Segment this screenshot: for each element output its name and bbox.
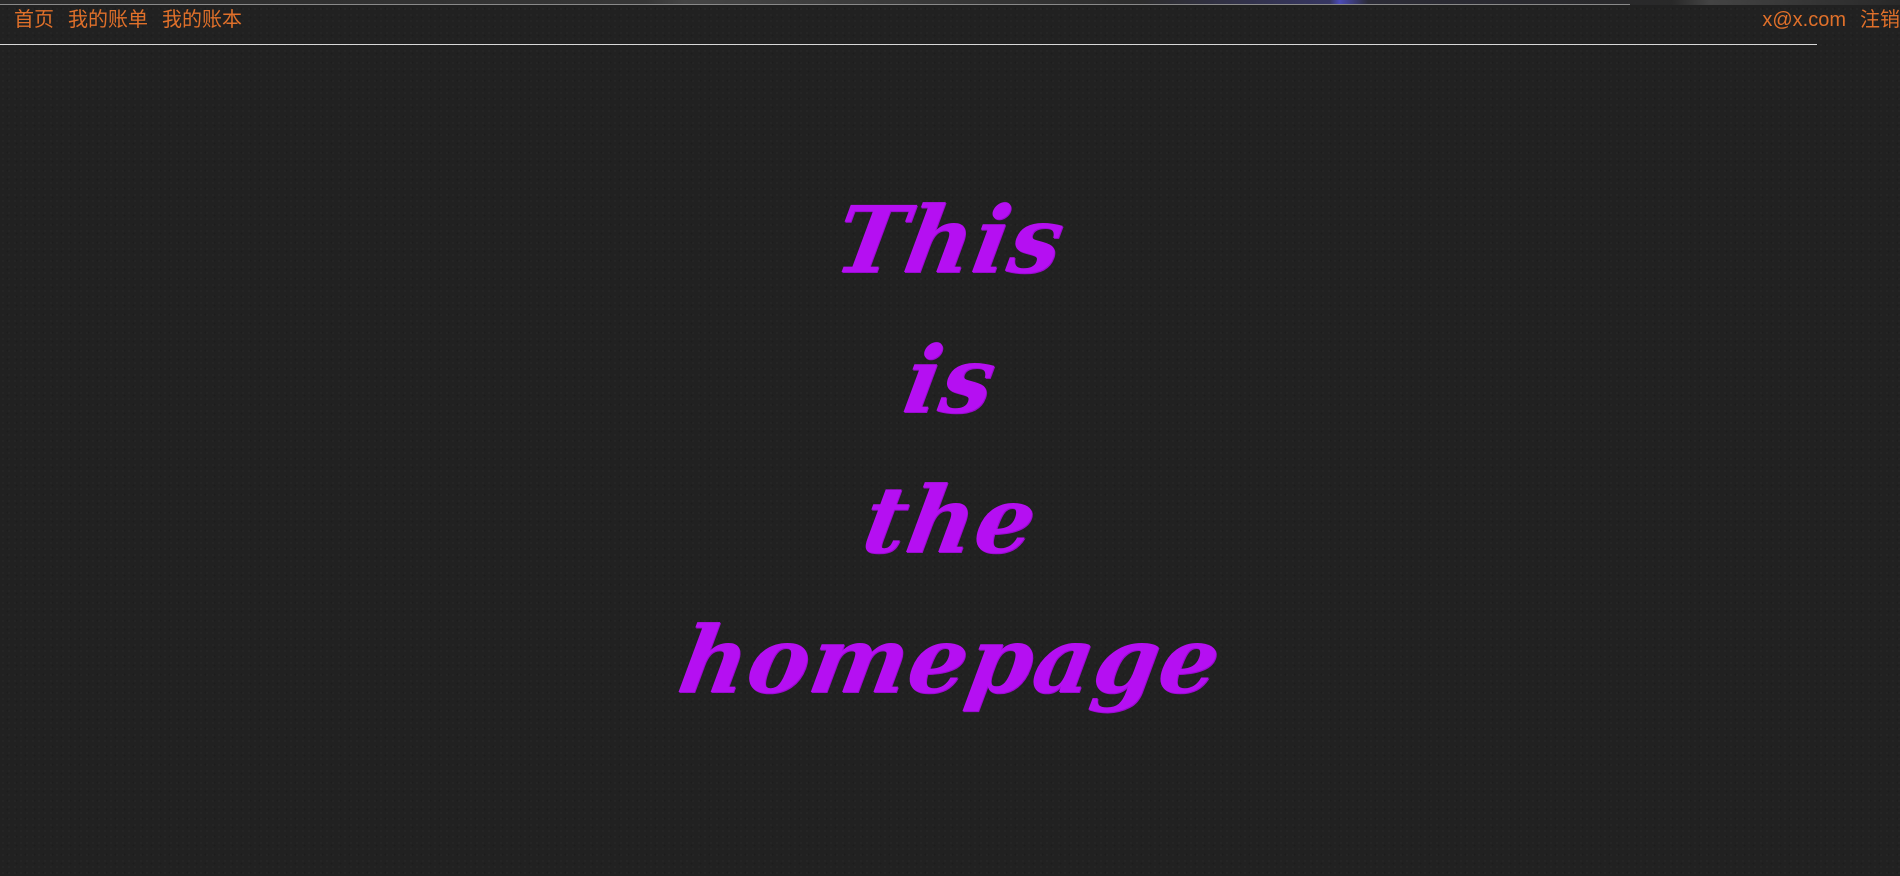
nav-link-home[interactable]: 首页	[14, 8, 54, 32]
hero-word-homepage: homepage	[671, 606, 1229, 714]
nav-link-my-bills[interactable]: 我的账单	[68, 8, 148, 32]
nav-divider	[0, 44, 1817, 45]
hero-text: This is the homepage	[0, 170, 1900, 730]
hero-word-the: the	[855, 466, 1045, 574]
user-email-link[interactable]: x@x.com	[1762, 8, 1846, 32]
nav-link-my-ledgers[interactable]: 我的账本	[162, 8, 242, 32]
nav-right-links: x@x.com 注销	[1762, 8, 1900, 32]
hero-word-this: This	[827, 186, 1073, 294]
navbar: 首页 我的账单 我的账本 x@x.com 注销	[0, 0, 1900, 44]
logout-link[interactable]: 注销	[1860, 8, 1900, 32]
nav-left-links: 首页 我的账单 我的账本	[14, 8, 242, 32]
hero-word-is: is	[896, 326, 1004, 434]
